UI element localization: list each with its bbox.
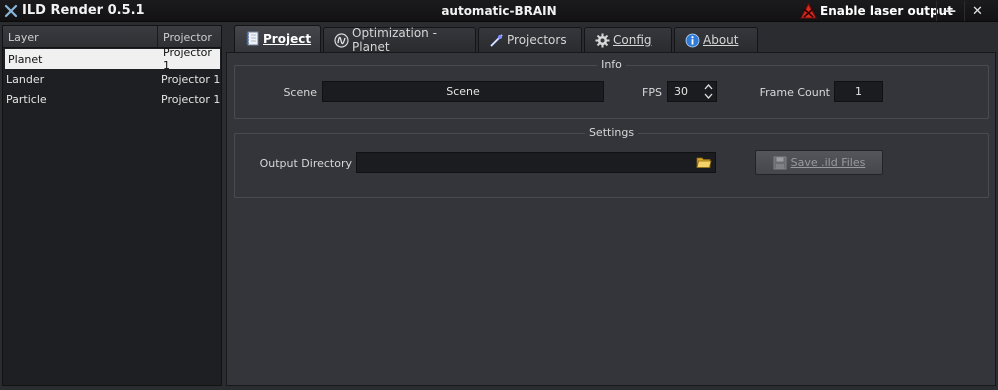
layer-row[interactable]: Particle Projector 1 xyxy=(3,89,221,109)
app-logo-icon xyxy=(4,4,18,18)
title-bar: ILD Render 0.5.1 automatic-BRAIN Enable … xyxy=(0,0,998,22)
laser-warning-icon xyxy=(800,3,817,19)
scene-label: Scene xyxy=(283,86,317,99)
settings-group: Settings Output Directory Save .ild File… xyxy=(234,126,989,198)
tab-project[interactable]: Project xyxy=(234,25,321,52)
output-directory-field[interactable] xyxy=(356,152,716,173)
enable-laser-output-label: Enable laser output xyxy=(820,4,953,18)
frame-count-label: Frame Count xyxy=(759,86,830,99)
layer-projector: Projector 1 xyxy=(161,72,221,86)
floppy-disk-icon xyxy=(773,156,787,169)
layer-row[interactable]: Planet Projector 1 xyxy=(5,46,220,72)
tab-about-label: About xyxy=(703,33,739,47)
layer-name: Lander xyxy=(6,72,45,86)
layer-projector: Projector 1 xyxy=(163,46,212,72)
settings-group-title: Settings xyxy=(584,126,639,139)
tab-optimization-planet[interactable]: Optimization - Planet xyxy=(323,26,476,54)
enable-laser-output-button[interactable]: Enable laser output xyxy=(796,1,959,21)
laser-beam-icon xyxy=(490,34,503,47)
folder-icon[interactable] xyxy=(696,155,712,169)
tab-optimization-planet-label: Optimization - Planet xyxy=(352,26,437,54)
minimize-button[interactable]: — xyxy=(936,1,962,21)
save-ild-files-label: Save .ild Files xyxy=(790,156,866,169)
spin-arrows-icon[interactable] xyxy=(704,83,713,100)
column-header-layer[interactable]: Layer xyxy=(3,26,158,47)
output-directory-label: Output Directory xyxy=(259,157,352,170)
tab-project-label: Project xyxy=(263,32,312,46)
scene-field[interactable]: Scene xyxy=(322,81,604,102)
frame-count-field[interactable]: 1 xyxy=(834,81,883,102)
fps-value: 30 xyxy=(674,85,688,98)
layer-name: Particle xyxy=(6,92,47,106)
tab-bar: Project Optimization - Planet Projectors xyxy=(226,25,996,54)
info-icon xyxy=(685,33,700,48)
layer-list: Layer Projector Planet Projector 1 Lande… xyxy=(2,25,222,386)
fps-spinbox[interactable]: 30 xyxy=(667,81,717,102)
layer-projector: Projector 1 xyxy=(161,92,221,106)
info-group-title: Info xyxy=(597,58,626,71)
notebook-icon xyxy=(246,31,259,46)
save-ild-files-button[interactable]: Save .ild Files xyxy=(755,150,883,175)
gear-icon xyxy=(595,33,610,48)
tab-about[interactable]: About xyxy=(674,27,758,52)
app-title: ILD Render 0.5.1 xyxy=(22,3,145,18)
layer-row[interactable]: Lander Projector 1 xyxy=(3,69,221,89)
wave-icon xyxy=(334,33,349,48)
fps-label: FPS xyxy=(642,86,662,99)
project-tab-content: Info Scene Scene FPS 30 Frame Count 1 Se… xyxy=(226,52,996,386)
layer-list-header: Layer Projector xyxy=(3,26,221,48)
column-header-projector[interactable]: Projector xyxy=(158,26,221,47)
tab-projectors[interactable]: Projectors xyxy=(478,27,582,52)
main-area: Project Optimization - Planet Projectors xyxy=(226,25,996,386)
info-group: Info Scene Scene FPS 30 Frame Count 1 xyxy=(234,58,989,119)
close-button[interactable]: ✕ xyxy=(964,1,990,21)
tab-projectors-label: Projectors xyxy=(507,33,567,47)
tab-config[interactable]: Config xyxy=(584,27,672,52)
layer-name: Planet xyxy=(8,52,43,66)
tab-config-label: Config xyxy=(613,33,652,47)
